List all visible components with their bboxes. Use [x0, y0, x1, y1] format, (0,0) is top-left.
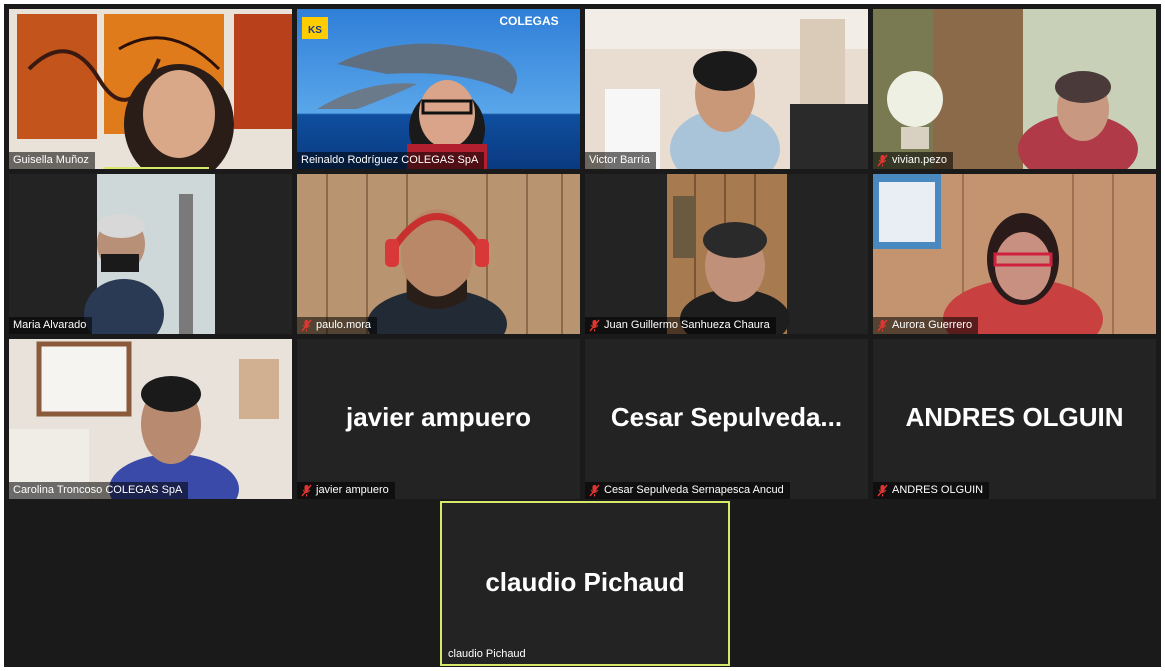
name-label: claudio Pichaud	[444, 646, 532, 663]
participant-tile-aurora-guerrero[interactable]: Aurora Guerrero	[873, 174, 1156, 334]
name-text: javier ampuero	[316, 484, 389, 496]
name-label: Victor Barría	[585, 152, 656, 169]
name-text: Juan Guillermo Sanhueza Chaura	[604, 319, 770, 331]
muted-mic-icon	[301, 319, 312, 332]
video-feed	[297, 174, 580, 334]
name-label: vivian.pezo	[873, 152, 954, 169]
muted-mic-icon	[877, 154, 888, 167]
participant-tile-andres-olguin[interactable]: ANDRES OLGUIN ANDRES OLGUIN	[873, 339, 1156, 499]
participant-tile-paulo-mora[interactable]: paulo.mora	[297, 174, 580, 334]
participant-display-name: claudio Pichaud	[485, 566, 685, 597]
name-text: Victor Barría	[589, 154, 650, 166]
participant-tile-cesar-sepulveda[interactable]: Cesar Sepulveda... Cesar Sepulveda Serna…	[585, 339, 868, 499]
name-text: claudio Pichaud	[448, 648, 526, 660]
video-feed	[9, 174, 292, 334]
name-text: ANDRES OLGUIN	[892, 484, 984, 496]
name-label: Reinaldo Rodríguez COLEGAS SpA	[297, 152, 485, 169]
participant-tile-maria-alvarado[interactable]: Maria Alvarado	[9, 174, 292, 334]
muted-mic-icon	[301, 484, 312, 497]
name-text: Guisella Muñoz	[13, 154, 89, 166]
name-label: Juan Guillermo Sanhueza Chaura	[585, 317, 776, 334]
video-feed	[9, 9, 292, 169]
participant-display-name: javier ampuero	[346, 401, 531, 432]
name-label: Maria Alvarado	[9, 317, 93, 334]
participant-tile-juan-guillermo-sanhueza[interactable]: Juan Guillermo Sanhueza Chaura	[585, 174, 868, 334]
name-label: javier ampuero	[297, 482, 395, 499]
gallery-view: Guisella Muñoz KS COLEGAS Reinaldo Rodrí…	[4, 4, 1161, 667]
muted-mic-icon	[877, 484, 888, 497]
name-label: paulo.mora	[297, 317, 378, 334]
video-feed	[585, 174, 868, 334]
participant-tile-reinaldo-rodriguez[interactable]: KS COLEGAS Reinaldo Rodríguez COLEGAS Sp…	[297, 9, 580, 169]
video-feed: KS COLEGAS	[297, 9, 580, 169]
name-text: Carolina Troncoso COLEGAS SpA	[13, 484, 183, 496]
muted-mic-icon	[589, 484, 600, 497]
participant-tile-claudio-pichaud[interactable]: claudio Pichaud claudio Pichaud	[440, 501, 730, 666]
name-label: Carolina Troncoso COLEGAS SpA	[9, 482, 189, 499]
video-feed	[873, 174, 1156, 334]
participant-tile-victor-barria[interactable]: Victor Barría	[585, 9, 868, 169]
participant-tile-carolina-troncoso[interactable]: Carolina Troncoso COLEGAS SpA	[9, 339, 292, 499]
name-text: vivian.pezo	[892, 154, 948, 166]
participant-display-name: ANDRES OLGUIN	[905, 401, 1124, 432]
video-feed	[873, 9, 1156, 169]
muted-mic-icon	[589, 319, 600, 332]
name-text: Reinaldo Rodríguez COLEGAS SpA	[301, 154, 479, 166]
name-text: Cesar Sepulveda Sernapesca Ancud	[604, 484, 784, 496]
name-text: paulo.mora	[316, 319, 372, 331]
name-text: Maria Alvarado	[13, 319, 87, 331]
name-label: ANDRES OLGUIN	[873, 482, 990, 499]
colegas-banner: COLEGAS	[499, 14, 558, 28]
participant-display-name: Cesar Sepulveda...	[610, 401, 843, 432]
name-label: Guisella Muñoz	[9, 152, 95, 169]
name-label: Aurora Guerrero	[873, 317, 979, 334]
video-feed	[9, 339, 292, 499]
muted-mic-icon	[877, 319, 888, 332]
name-label: Cesar Sepulveda Sernapesca Ancud	[585, 482, 790, 499]
participant-tile-vivian-pezo[interactable]: vivian.pezo	[873, 9, 1156, 169]
participant-tile-javier-ampuero[interactable]: javier ampuero javier ampuero	[297, 339, 580, 499]
name-text: Aurora Guerrero	[892, 319, 973, 331]
video-feed	[585, 9, 868, 169]
participant-tile-guisella-munoz[interactable]: Guisella Muñoz	[9, 9, 292, 169]
svg-text:KS: KS	[308, 25, 322, 36]
